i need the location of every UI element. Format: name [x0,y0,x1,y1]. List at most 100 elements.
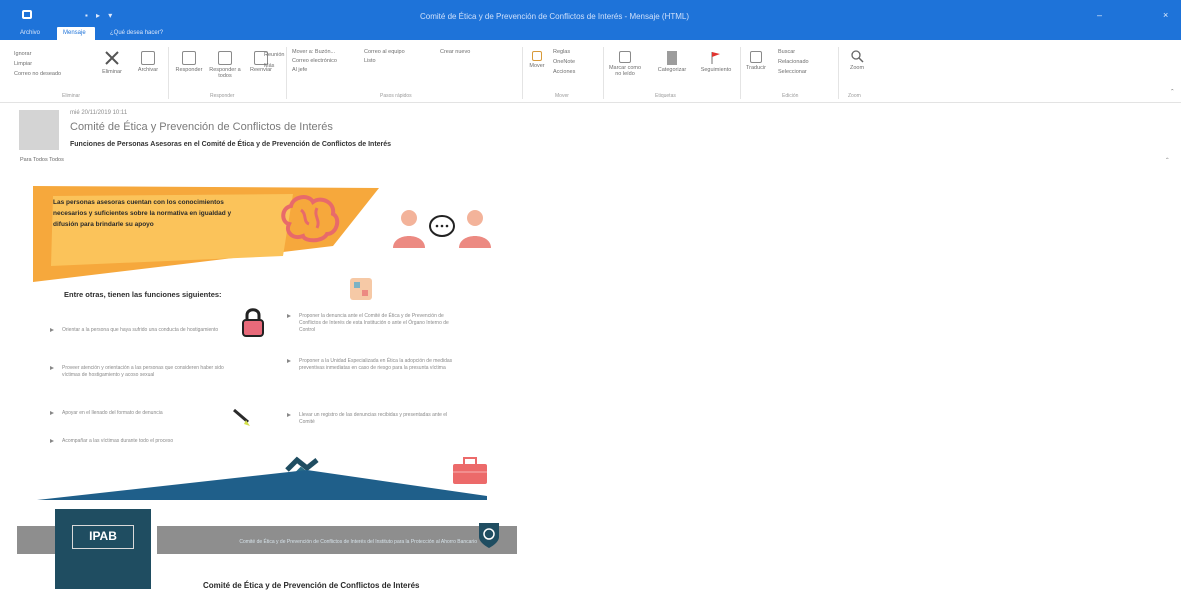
related-button[interactable]: Relacionado [778,59,809,65]
group-label-delete: Eliminar [62,93,81,99]
actions-button[interactable]: Acciones [553,69,575,75]
list-item: Orientar a la persona que haya sufrido u… [50,327,232,334]
translate-button[interactable]: Traducir [744,51,768,71]
ribbon-separator [522,47,523,99]
reply-all-label: Responder a todos [209,67,241,79]
functions-subtitle: Entre otras, tienen las funciones siguie… [64,290,222,299]
magnifier-icon [851,50,864,63]
outlook-app-icon[interactable] [22,10,32,19]
committee-band-text: Comité de Ética y de Prevención de Confl… [239,539,477,545]
zoom-label: Zoom [849,65,865,71]
envelope-icon [619,51,631,63]
delete-label: Eliminar [102,69,122,75]
ribbon-separator [740,47,741,99]
committee-shield-icon [479,523,499,548]
message-recipients[interactable]: Para Todos Todos [20,157,64,163]
categorize-button[interactable]: Categorizar [654,51,690,73]
ribbon-separator [286,47,287,99]
reply-label: Responder [175,67,203,73]
onenote-button[interactable]: OneNote [553,59,575,65]
quickstep-email[interactable]: Correo electrónico [292,58,337,64]
people-chat-icon [393,210,491,248]
message-subject: Funciones de Personas Asesoras en el Com… [70,141,392,148]
banner-text: Las personas asesoras cuentan con los co… [53,199,232,228]
quickstep-done[interactable]: Listo [364,58,376,64]
quick-access-toolbar[interactable]: ▪ ▸ ▾ [85,11,115,20]
infographic-image: Las personas asesoras cuentan con los co… [17,176,517,592]
junk-button[interactable]: Correo no deseado [14,71,61,77]
list-item: Acompañar a las víctimas durante todo el… [50,438,232,445]
categorize-label: Categorizar [657,67,687,73]
quickstep-manager[interactable]: Al jefe [292,67,307,73]
more-respond-button[interactable]: Más [264,63,274,69]
categorize-icon [667,51,677,65]
message-sender[interactable]: Comité de Ética y Prevención de Conflict… [70,121,333,133]
title-bar: ▪ ▸ ▾ Comité de Ética y de Prevención de… [0,0,1181,42]
gray-band-left [17,526,55,554]
group-label-quicksteps: Pasos rápidos [380,93,412,99]
tab-mensaje[interactable]: Mensaje [57,27,95,42]
right-item-text: Proponer la denuncia ante el Comité de É… [299,313,449,333]
list-item: Llevar un registro de las denuncias reci… [287,412,459,426]
right-item-text: Llevar un registro de las denuncias reci… [299,412,448,425]
sender-avatar [19,110,59,150]
delete-button[interactable]: Eliminar [98,49,126,75]
right-item-text: Proponer a la Unidad Especializada en Ét… [299,358,453,371]
reply-all-icon [218,51,232,65]
list-item: Apoyar en el llenado del formato de denu… [50,410,232,417]
padlock-icon [242,308,264,337]
ribbon-tabs: Archivo Mensaje ¿Qué desea hacer? [0,27,400,42]
ipab-logo-box: IPAB [55,509,151,589]
reply-icon [182,51,196,65]
rules-button[interactable]: Reglas [553,49,570,55]
delete-x-icon [105,51,119,65]
select-button[interactable]: Seleccionar [778,69,807,75]
group-label-move: Mover [555,93,569,99]
archive-button[interactable]: Archivar [134,51,162,73]
left-item-text: Proveer atención y orientación a las per… [62,365,224,378]
list-item: Proveer atención y orientación a las per… [50,365,232,379]
flag-icon [711,52,720,64]
brain-icon [281,195,340,243]
checklist-icon [350,278,372,300]
quickstep-new[interactable]: Crear nuevo [440,49,470,55]
ribbon-separator [838,47,839,99]
reply-all-button[interactable]: Responder a todos [208,51,242,79]
translate-label: Traducir [746,65,766,71]
minimize-button[interactable]: – [1097,10,1102,20]
collapse-header-icon[interactable]: ˆ [1166,157,1169,166]
collapse-ribbon-icon[interactable]: ⌃ [1170,89,1175,95]
archive-label: Archivar [137,67,159,73]
meeting-button[interactable]: Reunión [264,52,285,58]
group-label-tags: Etiquetas [655,93,676,99]
followup-button[interactable]: Seguimiento [698,51,734,73]
tab-archivo[interactable]: Archivo [14,27,46,41]
ipab-logo: IPAB [72,525,134,549]
move-button[interactable]: Mover [526,51,548,69]
tab-que-desea-hacer[interactable]: ¿Qué desea hacer? [104,27,169,41]
ribbon-separator [168,47,169,99]
close-button[interactable]: × [1163,10,1168,20]
ribbon-separator [603,47,604,99]
zoom-button[interactable]: Zoom [846,49,868,71]
quickstep-move[interactable]: Mover a: Buzón... [292,49,335,55]
translate-icon [750,51,762,63]
mark-unread-button[interactable]: Marcar como no leído [608,51,642,77]
group-label-zoom: Zoom [848,93,861,99]
message-date: mié 20/11/2019 10:11 [70,110,128,116]
footer-title: Comité de Ética y de Prevención de Confl… [203,581,420,590]
cleanup-button[interactable]: Limpiar [14,61,32,67]
left-item-text: Orientar a la persona que haya sufrido u… [62,327,219,333]
ignore-button[interactable]: Ignorar [14,51,31,57]
mark-unread-label: Marcar como no leído [608,65,642,77]
quickstep-team[interactable]: Correo al equipo [364,49,405,55]
ribbon: Ignorar Limpiar Correo no deseado Elimin… [0,41,1181,103]
reply-button[interactable]: Responder [172,51,206,73]
left-item-text: Apoyar en el llenado del formato de denu… [62,410,163,416]
list-item: Proponer a la Unidad Especializada en Ét… [287,358,459,372]
pencil-icon [233,408,250,426]
archive-icon [141,51,155,65]
find-button[interactable]: Buscar [778,49,795,55]
left-item-text: Acompañar a las víctimas durante todo el… [62,438,174,444]
folder-icon [532,51,542,61]
